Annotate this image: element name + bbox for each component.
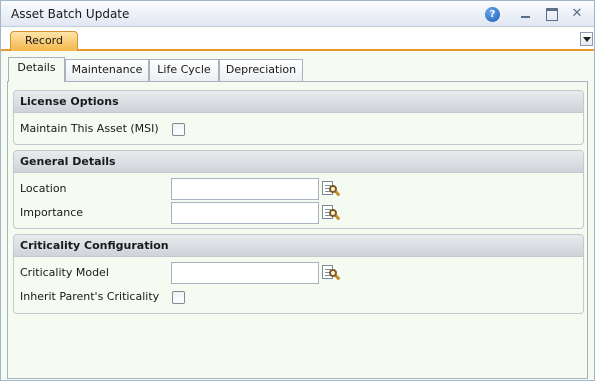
window-title: Asset Batch Update <box>11 7 130 21</box>
asset-batch-update-window: Asset Batch Update ? ✕ Record Details Ma… <box>0 0 595 381</box>
importance-field[interactable] <box>171 202 319 224</box>
tab-maintenance[interactable]: Maintenance <box>65 59 149 81</box>
section-title: General Details <box>14 151 583 173</box>
inherit-criticality-label: Inherit Parent's Criticality <box>20 290 160 303</box>
help-icon[interactable]: ? <box>485 7 500 22</box>
general-details-section: General Details Location Importance <box>13 150 584 229</box>
criticality-configuration-section: Criticality Configuration Criticality Mo… <box>13 234 584 314</box>
tab-life-cycle[interactable]: Life Cycle <box>149 59 219 81</box>
location-label: Location <box>20 182 67 195</box>
tab-details[interactable]: Details <box>8 57 65 82</box>
criticality-model-field[interactable] <box>171 262 319 284</box>
close-icon[interactable]: ✕ <box>569 6 585 22</box>
minimize-icon[interactable] <box>518 6 534 22</box>
details-panel: License Options Maintain This Asset (MSI… <box>7 81 588 379</box>
tab-record[interactable]: Record <box>10 31 78 51</box>
section-title: License Options <box>14 91 583 113</box>
section-title: Criticality Configuration <box>14 235 583 257</box>
dropdown-icon[interactable] <box>580 32 593 46</box>
tab-depreciation[interactable]: Depreciation <box>219 59 303 81</box>
title-bar[interactable]: Asset Batch Update ? ✕ <box>1 1 594 27</box>
inherit-criticality-checkbox[interactable] <box>172 291 185 304</box>
importance-label: Importance <box>20 206 84 219</box>
lookup-icon[interactable] <box>321 264 341 282</box>
maximize-icon[interactable] <box>544 6 560 22</box>
lookup-icon[interactable] <box>321 180 341 198</box>
maintain-asset-label: Maintain This Asset (MSI) <box>20 122 159 135</box>
maintain-asset-checkbox[interactable] <box>172 123 185 136</box>
location-field[interactable] <box>171 178 319 200</box>
criticality-model-label: Criticality Model <box>20 266 109 279</box>
lookup-icon[interactable] <box>321 204 341 222</box>
license-options-section: License Options Maintain This Asset (MSI… <box>13 90 584 145</box>
record-tab-strip: Record <box>1 28 594 51</box>
